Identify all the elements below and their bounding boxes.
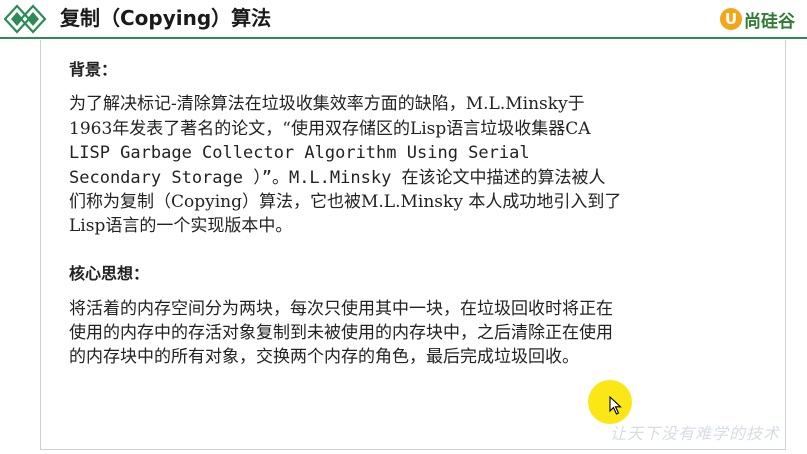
core-idea-line: 的内存块中的所有对象，交换两个内存的角色，最后完成垃圾回收。 bbox=[69, 347, 579, 367]
core-idea-line: 使用的内存中的存活对象复制到未被使用的内存块中，之后清除正在使用 bbox=[69, 323, 613, 343]
slide-title: 复制（Copying）算法 bbox=[60, 6, 272, 30]
background-line: 们称为复制（Copying）算法，它也被M.L.Minsky 本人成功地引入到了 bbox=[69, 192, 622, 212]
background-line: 为了解决标记-清除算法在垃圾收集效率方面的缺陷，M.L.Minsky于 bbox=[69, 94, 585, 114]
brand-name: 尚硅谷 bbox=[744, 11, 795, 32]
watermark: 让天下没有难学的技术 bbox=[610, 424, 781, 443]
background-heading: 背景： bbox=[69, 60, 118, 79]
brand-mark-icon: U bbox=[720, 8, 742, 30]
core-idea-line: 将活着的内存空间分为两块，每次只使用其中一块，在垃圾回收时将正在 bbox=[69, 299, 613, 319]
double-diamond-icon bbox=[4, 4, 47, 34]
header-divider bbox=[0, 37, 807, 39]
background-line: 1963年发表了著名的论文，“使用双存储区的Lisp语言垃圾收集器CA bbox=[69, 119, 591, 139]
background-line: Secondary Storage ）”。M.L.Minsky 在该论文中描述的… bbox=[69, 168, 606, 188]
brand-logo: U 尚硅谷 bbox=[720, 6, 795, 32]
slide: 复制（Copying）算法 U 尚硅谷 背景： 为了解决标记-清除算法在垃圾收集… bbox=[0, 0, 807, 454]
mouse-pointer-icon bbox=[609, 396, 622, 415]
background-line: LISP Garbage Collector Algorithm Using S… bbox=[69, 143, 530, 163]
slide-header: 复制（Copying）算法 U 尚硅谷 bbox=[0, 0, 807, 38]
core-idea-heading: 核心思想： bbox=[69, 264, 150, 283]
background-line: Lisp语言的一个实现版本中。 bbox=[69, 216, 293, 236]
